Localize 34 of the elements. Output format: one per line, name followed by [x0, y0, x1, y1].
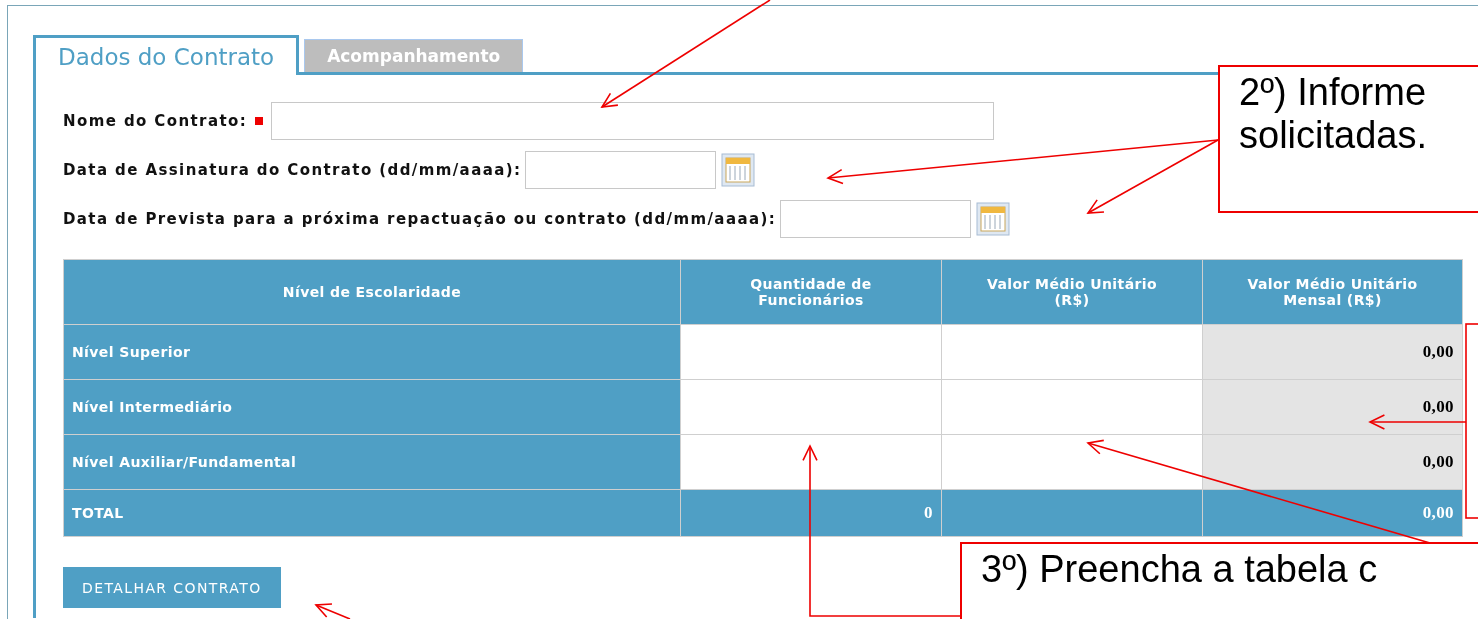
- value-input-field[interactable]: [942, 325, 1202, 379]
- calendar-icon[interactable]: [720, 152, 757, 188]
- row-header: Nível Superior: [64, 325, 680, 379]
- date-input-field[interactable]: [525, 151, 717, 189]
- text-input-field[interactable]: [271, 102, 995, 140]
- table-cell: 0,00: [1203, 435, 1462, 489]
- column-header: Nível de Escolaridade: [64, 260, 680, 324]
- callout-text: 3º) Preencha a tabela c: [981, 548, 1378, 591]
- field-label: Nome do Contrato:: [63, 112, 248, 130]
- field-label: Data de Prevista para a próxima repactuação ou contrato (dd/mm/aaaa):: [63, 210, 777, 228]
- value-input-field[interactable]: [942, 380, 1202, 434]
- total-cell: 0: [681, 490, 941, 536]
- total-cell: 0,00: [1203, 490, 1462, 536]
- row-header: Nível Auxiliar/Fundamental: [64, 435, 680, 489]
- value-input-field[interactable]: [942, 435, 1202, 489]
- detail-contract-button[interactable]: DETALHAR CONTRATO: [63, 567, 281, 608]
- quantity-input-field[interactable]: [681, 435, 941, 489]
- date-input-field[interactable]: [780, 200, 972, 238]
- total-label: TOTAL: [64, 490, 680, 536]
- row-header: Nível Intermediário: [64, 380, 680, 434]
- tab[interactable]: Dados do Contrato: [33, 35, 300, 75]
- quantity-input-field[interactable]: [681, 325, 941, 379]
- column-header: Quantidade de Funcionários: [681, 260, 941, 324]
- table-cell: 0,00: [1203, 325, 1462, 379]
- callout-text: solicitadas.: [1239, 114, 1427, 157]
- field-label: Data de Assinatura do Contrato (dd/mm/aaaa):: [63, 161, 522, 179]
- column-header: Valor Médio Unitário Mensal (R$): [1203, 260, 1462, 324]
- calendar-icon[interactable]: [975, 201, 1012, 237]
- column-header: Valor Médio Unitário (R$): [942, 260, 1202, 324]
- tab[interactable]: Acompanhamento: [304, 39, 524, 72]
- table-cell: 0,00: [1203, 380, 1462, 434]
- arrow: [314, 603, 351, 619]
- callout-text: 2º) Informe: [1239, 71, 1427, 114]
- quantity-input-field[interactable]: [681, 380, 941, 434]
